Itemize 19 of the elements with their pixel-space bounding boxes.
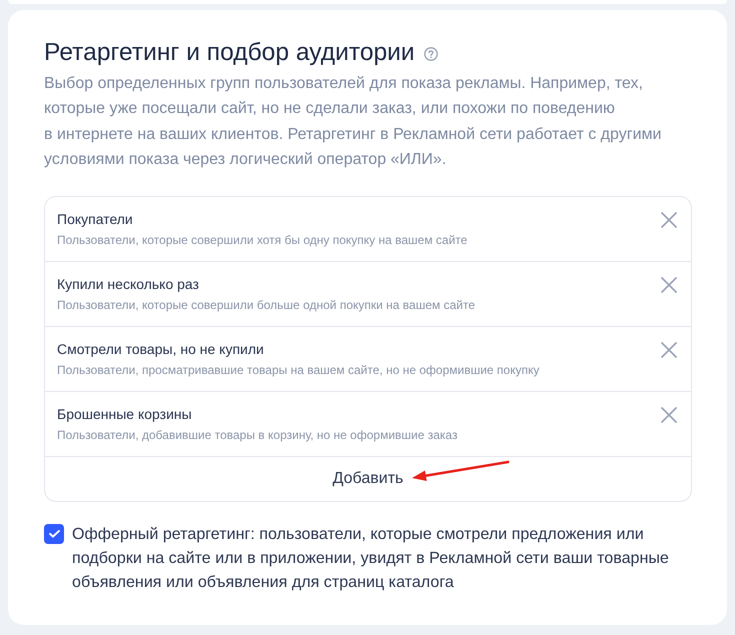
audience-name: Купили несколько раз — [57, 275, 200, 294]
audience-description: Пользователи, которые совершили больше одной покупки на вашем сайте — [57, 298, 476, 314]
checkbox-label: Офферный ретаргетинг: пользователи, которые смотрели предложения или подборки на сайте или в приложении, увидят в Рекламной сети ваши товарные объявления или объявления для страниц каталога — [72, 524, 670, 594]
audience-name: Покупатели — [57, 210, 134, 228]
checkmark-icon — [48, 530, 60, 538]
section-description: Выбор определенных групп пользователей для показа рекламы. Например, тех, которые уже посещали сайт, но не сделали заказ, или похожи по поведению в интернете на ваших клиентов. Ретаргетинг в Рекламной сети работает с другими условиями показа через логический оператор «ИЛИ». — [44, 74, 662, 170]
audience-name: Смотрели товары, но не купили — [57, 340, 265, 358]
audience-description: Пользователи, добавившие товары в корзину, но не оформившие заказ — [57, 428, 458, 444]
close-icon[interactable] — [661, 407, 677, 424]
audience-description: Пользователи, которые совершили хотя бы одну покупку на вашем сайте — [57, 233, 468, 248]
help-icon[interactable] — [424, 47, 438, 61]
audience-name: Брошенные корзины — [57, 405, 193, 424]
close-icon[interactable] — [661, 212, 677, 228]
close-icon[interactable] — [661, 342, 677, 358]
section-title: Ретаргетинг и подбор аудитории — [44, 38, 415, 68]
close-icon[interactable] — [661, 277, 677, 294]
checkbox[interactable] — [44, 524, 64, 544]
add-button[interactable]: Добавить — [45, 457, 691, 502]
audience-description: Пользователи, просматривавшие товары на вашем сайте, но не оформившие покупку — [57, 363, 540, 378]
